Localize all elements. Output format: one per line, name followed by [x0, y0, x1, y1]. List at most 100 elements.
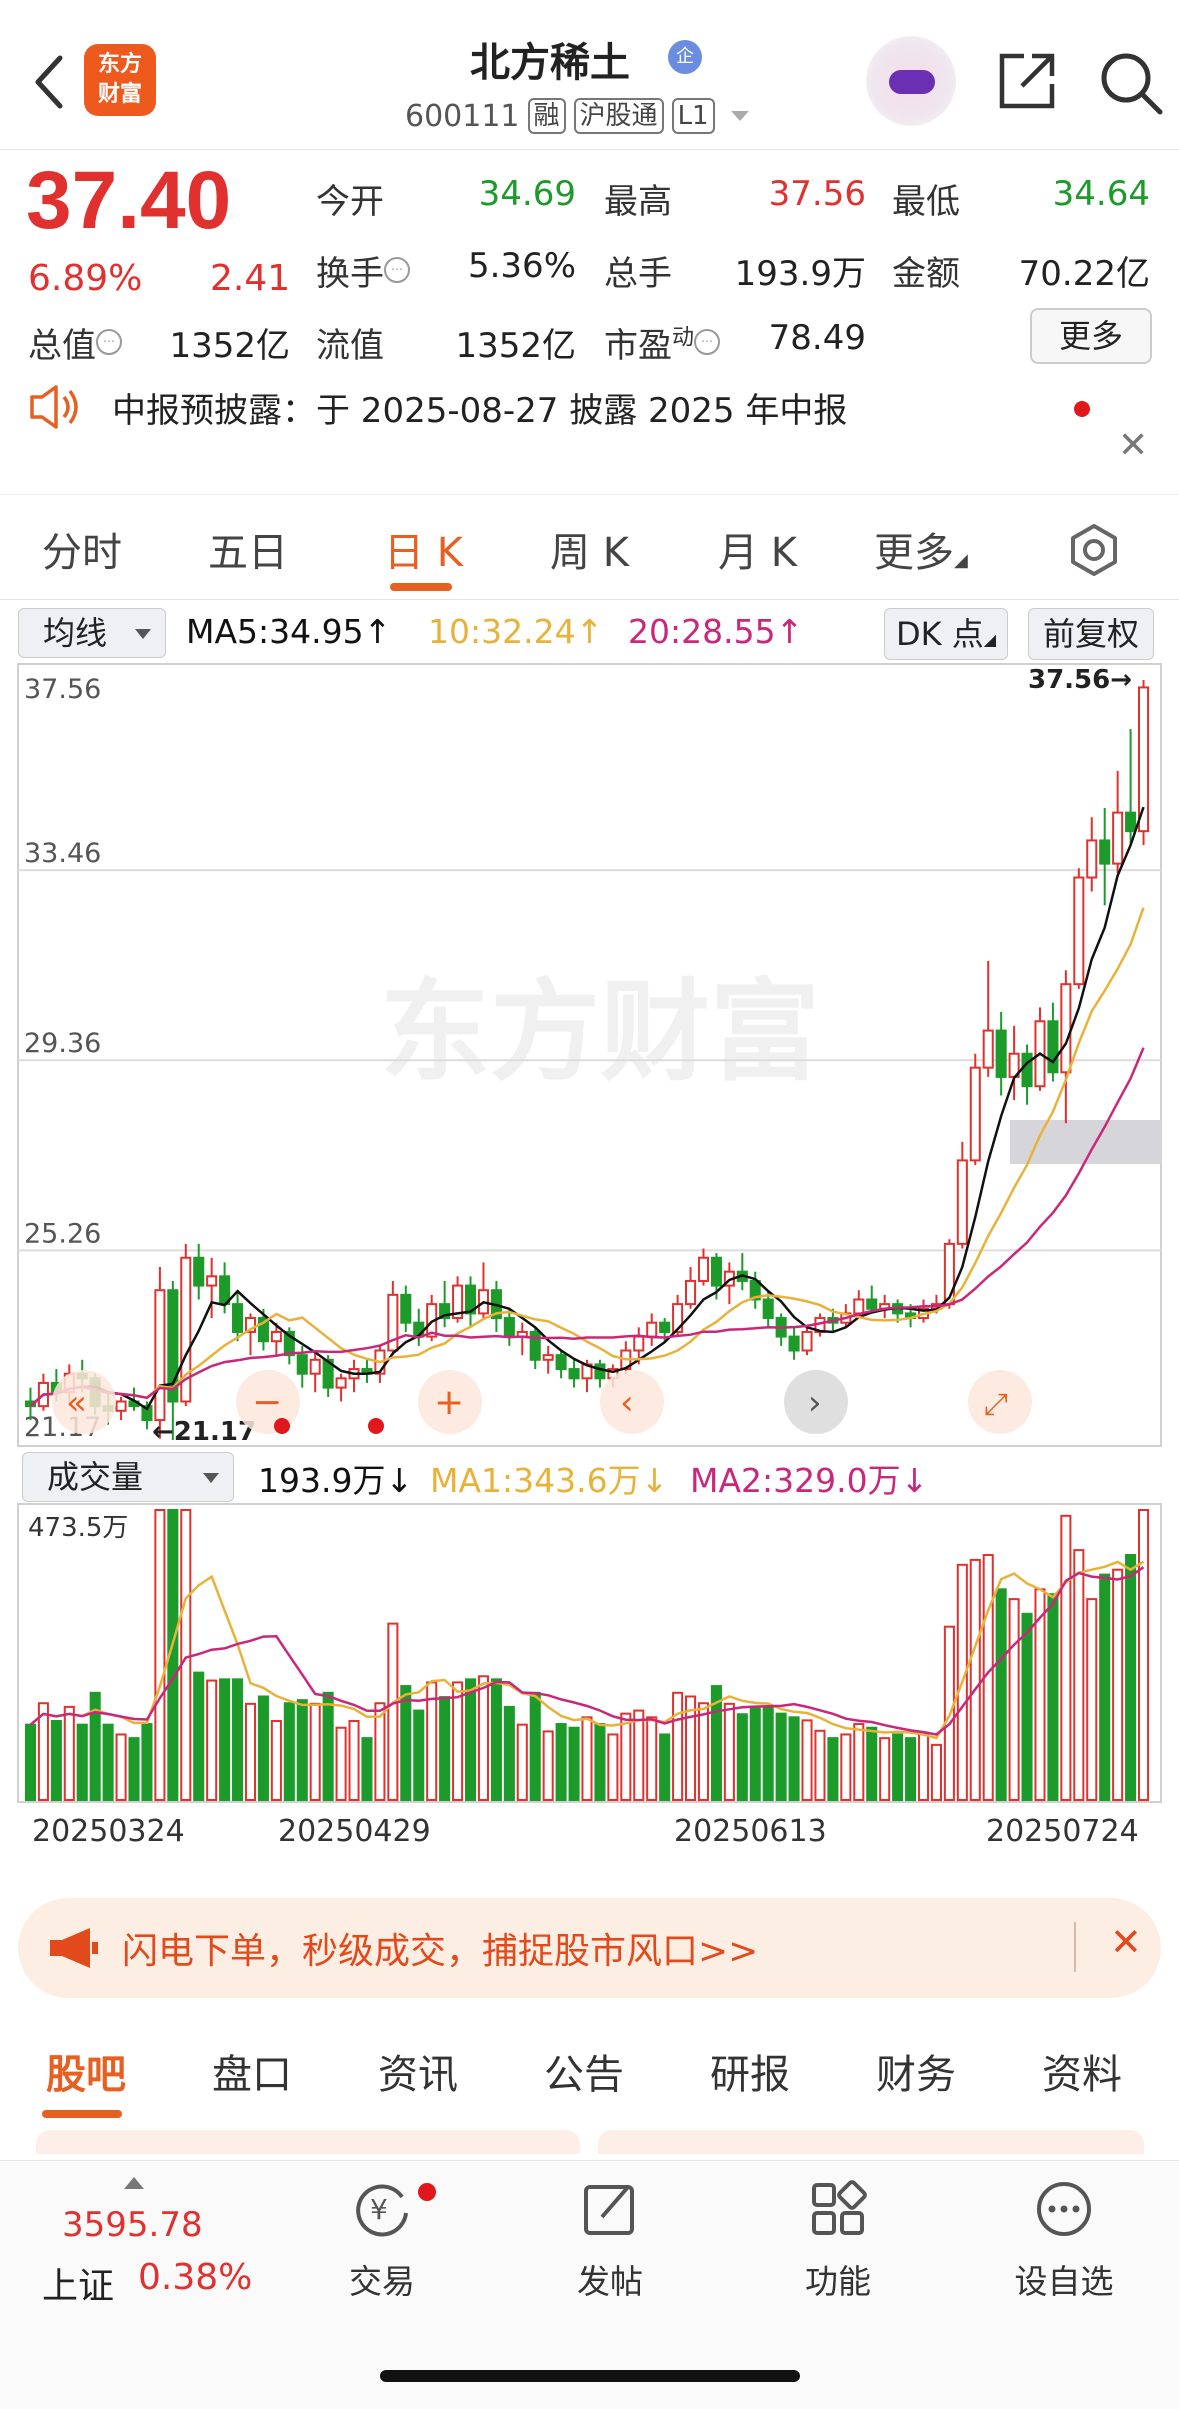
home-indicator — [380, 2370, 800, 2382]
close-icon[interactable]: ✕ — [1118, 425, 1148, 466]
amount-value: 70.22亿 — [1018, 254, 1150, 294]
date-label: 20250613 — [674, 1814, 827, 1849]
ma10-value: 10:32.24↑ — [428, 612, 604, 651]
tab-intraday[interactable]: 分时 — [42, 520, 122, 578]
volume-bar — [762, 1705, 774, 1801]
candle-down — [296, 1354, 308, 1375]
index-change: 0.38% — [138, 2257, 253, 2298]
candle-up — [697, 1256, 710, 1282]
chevron-left-icon: ‹ — [620, 1383, 634, 1423]
promo-banner[interactable]: 闪电下单，秒级成交，捕捉股市风口>> ✕ — [18, 1898, 1161, 1998]
info-icon[interactable]: ⋯ — [384, 256, 410, 283]
tag-margin: 融 — [527, 98, 566, 134]
tab-news[interactable]: 资讯 — [378, 2042, 458, 2100]
more-button[interactable]: 更多 — [1030, 308, 1152, 364]
candle-up — [685, 1279, 697, 1306]
header: 东方 财富 北方稀土 企 600111 融 沪股通 L1 — [0, 0, 1179, 150]
close-icon[interactable]: ✕ — [1110, 1920, 1142, 1964]
price-adjust-button[interactable]: 前复权 — [1028, 608, 1154, 660]
kline-chart[interactable]: 东方财富 37.5633.4629.3625.2621.17 37.56→ ←2… — [0, 660, 1179, 1450]
volume-bar — [413, 1709, 425, 1801]
nav-functions[interactable]: 功能 — [768, 2177, 908, 2303]
volume-bar — [206, 1679, 218, 1801]
chevron-down-icon[interactable] — [730, 111, 749, 121]
search-icon[interactable] — [1098, 50, 1164, 116]
y-axis-label: 29.36 — [24, 1028, 101, 1059]
speaker-icon — [30, 385, 78, 429]
volume-dropdown[interactable]: 成交量 — [22, 1452, 234, 1502]
volume-bar — [270, 1719, 282, 1802]
gear-icon[interactable] — [1066, 522, 1122, 578]
candle-up — [801, 1330, 813, 1352]
info-icon[interactable]: ⋯ — [96, 328, 122, 355]
back-arrow-icon[interactable] — [30, 52, 70, 112]
notice-bar[interactable]: 中报预披露：于 2025-08-27 披露 2025 年中报 ✕ — [0, 385, 1179, 495]
volume-bar — [594, 1723, 606, 1802]
change-percent: 6.89% — [28, 258, 143, 299]
volume-bar — [607, 1733, 619, 1801]
dk-point-button[interactable]: DK 点◢ — [884, 608, 1008, 660]
tab-five-day[interactable]: 五日 — [208, 520, 288, 578]
grid-apps-icon — [812, 2180, 867, 2235]
volume-bar — [180, 1509, 192, 1801]
float-cap-label: 流值 — [316, 326, 384, 366]
candle-down — [710, 1256, 722, 1287]
notification-dot — [418, 2183, 436, 2201]
candle-up — [154, 1289, 166, 1422]
candle-up — [206, 1275, 218, 1287]
corner-triangle-icon: ◢ — [954, 550, 968, 571]
plus-icon: + — [434, 1382, 464, 1423]
tab-financials[interactable]: 财务 — [876, 2042, 956, 2100]
volume-bar — [322, 1691, 334, 1801]
tab-order-book[interactable]: 盘口 — [212, 2042, 292, 2100]
volume-bar — [141, 1723, 153, 1802]
volume-bar — [296, 1699, 308, 1802]
dropdown-caret-icon — [135, 629, 151, 639]
candle-down — [762, 1298, 774, 1320]
tab-weekly-k[interactable]: 周 K — [550, 520, 629, 578]
indicator-dropdown[interactable]: 均线 — [18, 608, 166, 658]
tab-profile[interactable]: 资料 — [1042, 2042, 1122, 2100]
high-label: 最高 — [604, 182, 672, 222]
ma-indicator-row: 均线 MA5:34.95↑ 10:32.24↑ 20:28.55↑ DK 点◢ … — [0, 604, 1179, 664]
volume-chart[interactable]: 473.5万 — [0, 1500, 1179, 1806]
volume-bar — [853, 1723, 865, 1802]
info-icon[interactable]: ⋯ — [694, 328, 721, 355]
tab-announcements[interactable]: 公告 — [544, 2042, 624, 2100]
tab-more[interactable]: 更多◢ — [874, 520, 968, 578]
stock-code-row[interactable]: 600111 融 沪股通 L1 — [405, 98, 749, 134]
share-icon[interactable] — [996, 50, 1058, 112]
tab-daily-k[interactable]: 日 K — [384, 520, 463, 578]
volume-bar — [969, 1558, 981, 1801]
tab-monthly-k[interactable]: 月 K — [718, 520, 797, 578]
volume-bar — [801, 1719, 813, 1801]
ai-assistant-avatar[interactable] — [866, 36, 956, 126]
volume-bar — [490, 1678, 502, 1802]
index-value[interactable]: 3595.78 — [62, 2205, 203, 2245]
candle-down — [232, 1303, 244, 1333]
volume-bar — [219, 1678, 231, 1802]
candle-down — [1047, 1020, 1059, 1074]
tab-research[interactable]: 研报 — [710, 2042, 790, 2100]
high-value: 37.56 — [768, 174, 866, 214]
volume-value: 193.9万↓ — [258, 1461, 414, 1500]
robot-eye-icon — [889, 70, 935, 94]
open-value: 34.69 — [478, 174, 576, 214]
nav-post[interactable]: 发帖 — [540, 2177, 680, 2303]
volume-bar — [892, 1733, 904, 1801]
candle-up — [115, 1400, 127, 1412]
volume-bar — [477, 1675, 489, 1802]
ma5-value: MA5:34.95↑ — [186, 612, 392, 651]
candle-up — [853, 1298, 865, 1315]
tab-forum[interactable]: 股吧 — [46, 2042, 126, 2100]
nav-add-watchlist[interactable]: 设自选 — [994, 2177, 1134, 2303]
volume-bar — [723, 1702, 735, 1801]
content-tabs: 股吧 盘口 资讯 公告 研报 财务 资料 — [0, 2030, 1179, 2120]
volume-bar — [257, 1695, 269, 1801]
expand-caret-icon[interactable] — [124, 2177, 144, 2189]
candle-up — [969, 1066, 981, 1162]
amount-label: 金额 — [892, 254, 960, 294]
turnover-value: 5.36% — [467, 246, 576, 286]
volume-bar — [697, 1702, 710, 1802]
min-price-marker: ←21.17 — [152, 1417, 256, 1447]
